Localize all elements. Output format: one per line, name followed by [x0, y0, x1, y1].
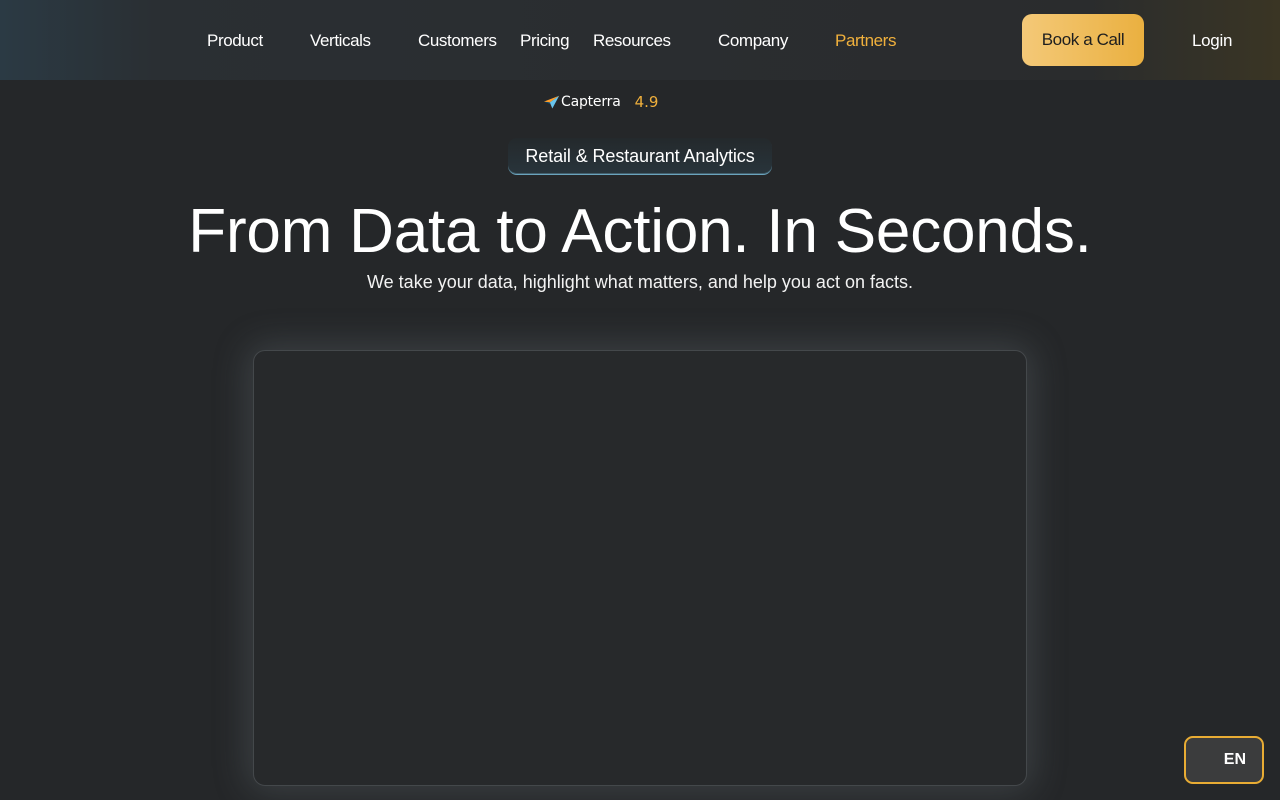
hero-title: From Data to Action. In Seconds. — [188, 197, 1092, 266]
category-pill: Retail & Restaurant Analytics — [508, 138, 772, 175]
capterra-rating-badge[interactable]: Capterra 4.9 — [543, 92, 658, 112]
hero-subtitle: We take your data, highlight what matter… — [367, 272, 913, 292]
language-selector-button[interactable]: EN — [1184, 736, 1264, 784]
nav-resources[interactable]: Resources — [593, 31, 671, 51]
book-a-call-button[interactable]: Book a Call — [1022, 14, 1144, 66]
login-link[interactable]: Login — [1192, 31, 1232, 51]
capterra-score: 4.9 — [634, 93, 659, 111]
nav-pricing[interactable]: Pricing — [520, 31, 570, 51]
top-navigation-bar: Product Verticals Customers Pricing Reso… — [0, 0, 1280, 80]
nav-company[interactable]: Company — [718, 31, 788, 51]
nav-verticals[interactable]: Verticals — [310, 31, 371, 51]
product-video-frame[interactable] — [253, 350, 1027, 786]
page: Product Verticals Customers Pricing Reso… — [0, 0, 1280, 800]
nav-partners[interactable]: Partners — [835, 31, 896, 51]
nav-customers[interactable]: Customers — [418, 31, 497, 51]
capterra-arrow-icon — [543, 95, 560, 108]
nav-product[interactable]: Product — [207, 31, 263, 51]
capterra-brand-label: Capterra — [561, 94, 621, 110]
